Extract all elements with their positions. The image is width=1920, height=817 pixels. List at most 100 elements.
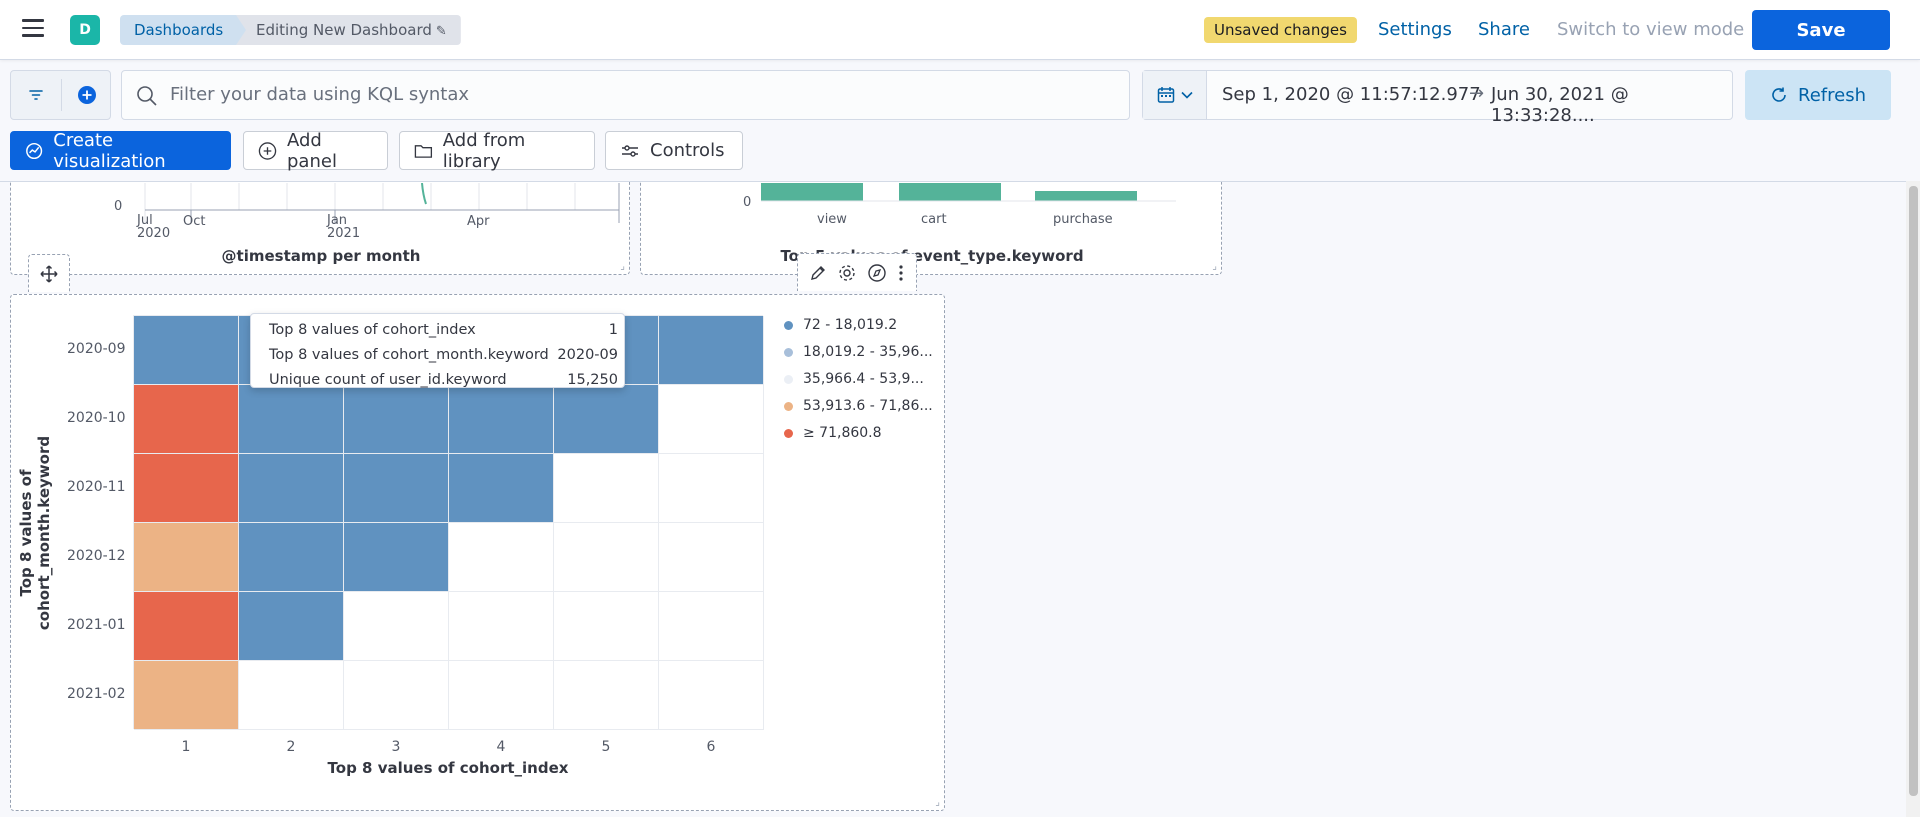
heatmap-cell[interactable] — [239, 592, 344, 661]
compass-icon[interactable] — [867, 263, 887, 283]
panel-timestamp-per-month: 0 Jul 2020 Oct Jan 2021 Apr @timestamp per… — [10, 182, 630, 275]
heatmap-ylabel-wrap: Top 8 values of cohort_month.keyword — [17, 375, 53, 675]
resize-handle-icon[interactable]: ⌟ — [935, 797, 940, 808]
date-start[interactable]: Sep 1, 2020 @ 11:57:12.977 — [1222, 84, 1481, 105]
heatmap-cell[interactable] — [134, 385, 239, 454]
search-icon — [137, 86, 157, 106]
heatmap-tooltip: Top 8 values of cohort_index 1 Top 8 valu… — [250, 313, 625, 388]
legend-label: ≥ 71,860.8 — [803, 425, 882, 441]
breadcrumb-current[interactable]: Editing New Dashboard ✎ — [236, 15, 461, 45]
tooltip-row: Top 8 values of cohort_index 1 — [269, 318, 618, 343]
controls-icon — [622, 144, 638, 157]
add-from-library-button[interactable]: Add from library — [399, 130, 595, 172]
heatmap-cell[interactable] — [554, 592, 659, 661]
heatmap-cell[interactable] — [449, 661, 554, 730]
event-type-chart-plot — [761, 183, 1176, 202]
save-button[interactable]: Save — [1752, 10, 1890, 50]
create-visualization-label: Create visualization — [53, 129, 166, 172]
heatmap-x-tick: 4 — [496, 739, 506, 755]
heatmap-cell[interactable] — [449, 523, 554, 592]
drag-handle[interactable] — [28, 254, 70, 292]
legend-label: 35,966.4 - 53,9... — [803, 371, 924, 387]
x-tick-label: Oct — [183, 214, 206, 229]
controls-button[interactable]: Controls — [605, 131, 743, 170]
heatmap-cell[interactable] — [659, 316, 764, 385]
x-tick-sub: 2021 — [327, 226, 361, 241]
panel-title: @timestamp per month — [221, 247, 421, 265]
x-tick-sub: 2020 — [137, 226, 171, 241]
top-header: D Dashboards Editing New Dashboard ✎ Unsa… — [0, 0, 1920, 60]
legend-item[interactable]: 72 - 18,019.2 — [784, 317, 897, 333]
create-visualization-button[interactable]: Create visualization — [10, 129, 231, 172]
heatmap-cell[interactable] — [239, 661, 344, 730]
add-panel-button[interactable]: Add panel — [243, 130, 388, 172]
unsaved-changes-badge: Unsaved changes — [1204, 17, 1357, 43]
menu-icon[interactable] — [22, 19, 44, 37]
space-avatar[interactable]: D — [70, 15, 100, 45]
filter-menu-button[interactable] — [11, 71, 61, 119]
heatmap-cell[interactable] — [659, 523, 764, 592]
heatmap-cell[interactable] — [449, 385, 554, 454]
quick-select-button[interactable] — [1143, 71, 1207, 119]
refresh-button[interactable]: Refresh — [1745, 70, 1891, 120]
heatmap-cell[interactable] — [344, 661, 449, 730]
tooltip-value: 2020-09 — [557, 347, 618, 363]
kql-search-input[interactable]: Filter your data using KQL syntax — [121, 70, 1130, 120]
heatmap-cell[interactable] — [449, 592, 554, 661]
move-icon — [40, 264, 58, 283]
gear-icon[interactable] — [837, 263, 857, 283]
breadcrumb-dashboards[interactable]: Dashboards — [120, 15, 253, 45]
folder-icon — [414, 144, 433, 158]
heatmap-cell[interactable] — [659, 592, 764, 661]
y-tick-label: 0 — [743, 195, 752, 210]
filter-controls — [10, 70, 111, 120]
more-vertical-icon[interactable] — [897, 263, 905, 283]
pencil-icon[interactable] — [809, 264, 827, 282]
visualize-icon — [26, 142, 43, 159]
chevron-down-icon — [1180, 91, 1193, 99]
heatmap-x-tick: 2 — [286, 739, 296, 755]
heatmap-cell[interactable] — [554, 661, 659, 730]
heatmap-x-tick: 5 — [601, 739, 611, 755]
resize-handle-icon[interactable]: ⌟ — [1212, 261, 1217, 272]
settings-link[interactable]: Settings — [1378, 17, 1452, 43]
heatmap-cell[interactable] — [344, 592, 449, 661]
heatmap-cell[interactable] — [134, 523, 239, 592]
heatmap-cell[interactable] — [239, 454, 344, 523]
legend-item[interactable]: 53,913.6 - 71,86... — [784, 398, 933, 414]
heatmap-cell[interactable] — [554, 454, 659, 523]
heatmap-cell[interactable] — [554, 385, 659, 454]
tooltip-value: 15,250 — [567, 372, 618, 388]
legend-item[interactable]: 18,019.2 - 35,96... — [784, 344, 933, 360]
tooltip-label: Top 8 values of cohort_index — [269, 322, 476, 338]
panel-actions-bar — [797, 253, 917, 291]
heatmap-cell[interactable] — [659, 454, 764, 523]
legend-item[interactable]: 35,966.4 - 53,9... — [784, 371, 924, 387]
panel-title: Top 5 values of event_type.keyword — [780, 247, 1084, 265]
heatmap-cell[interactable] — [134, 316, 239, 385]
heatmap-cell[interactable] — [344, 385, 449, 454]
heatmap-cell[interactable] — [344, 523, 449, 592]
resize-handle-icon[interactable]: ⌟ — [620, 261, 625, 272]
heatmap-cell[interactable] — [659, 661, 764, 730]
date-picker[interactable]: Sep 1, 2020 @ 11:57:12.977 → Jun 30, 202… — [1142, 70, 1733, 126]
legend-item[interactable]: ≥ 71,860.8 — [784, 425, 882, 441]
legend-swatch — [784, 374, 793, 384]
heatmap-cell[interactable] — [239, 523, 344, 592]
heatmap-cell[interactable] — [344, 454, 449, 523]
heatmap-cell[interactable] — [659, 385, 764, 454]
refresh-label: Refresh — [1798, 84, 1866, 106]
heatmap-cell[interactable] — [134, 592, 239, 661]
heatmap-cell[interactable] — [134, 661, 239, 730]
scrollbar-thumb[interactable] — [1909, 186, 1918, 796]
add-filter-button[interactable] — [62, 71, 112, 119]
tooltip-label: Unique count of user_id.keyword — [269, 372, 507, 388]
heatmap-cell[interactable] — [554, 523, 659, 592]
heatmap-cell[interactable] — [239, 385, 344, 454]
heatmap-cell[interactable] — [134, 454, 239, 523]
switch-to-view-mode-link[interactable]: Switch to view mode — [1557, 17, 1744, 43]
share-link[interactable]: Share — [1478, 17, 1530, 43]
heatmap-cell[interactable] — [449, 454, 554, 523]
date-end[interactable]: Jun 30, 2021 @ 13:33:28.... — [1491, 84, 1732, 126]
x-tick-label: Jan 2021 — [327, 214, 360, 240]
